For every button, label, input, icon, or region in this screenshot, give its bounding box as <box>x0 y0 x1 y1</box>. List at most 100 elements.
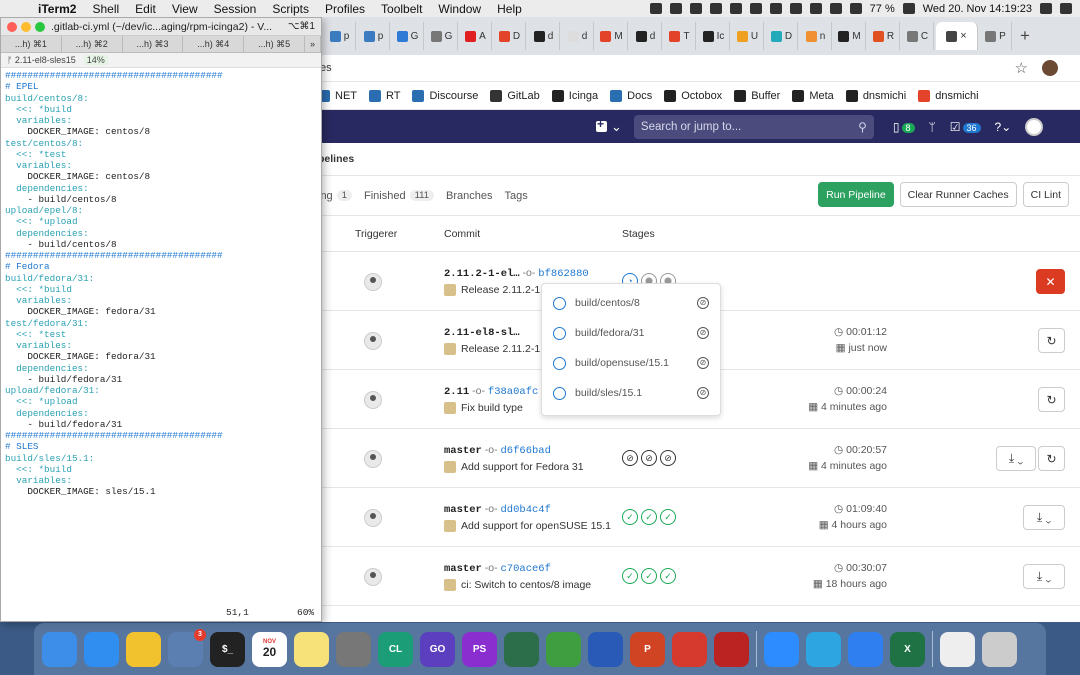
bookmark-item[interactable]: Icinga <box>551 89 598 102</box>
download-artifacts-button[interactable]: ⤓ ⌄ <box>1023 505 1065 530</box>
minimize-window-button[interactable] <box>21 21 31 32</box>
retry-pipeline-button[interactable]: ↻ <box>1038 446 1065 471</box>
ci-lint-button[interactable]: CI Lint <box>1022 182 1069 207</box>
commit-title[interactable]: Release 2.11.2-1 <box>461 343 540 355</box>
terminal-tab-1[interactable]: ...h) ⌘1 <box>1 36 62 52</box>
commit-ref[interactable]: master -o- d6f66bad <box>444 444 551 457</box>
menu-window[interactable]: Window <box>430 2 489 16</box>
menu-app-name[interactable]: iTerm2 <box>30 2 84 16</box>
browser-tab[interactable]: M <box>834 22 866 50</box>
todos-nav-button[interactable]: ☑ 36 <box>950 120 981 134</box>
stage-passed-icon[interactable]: ✓ <box>641 568 657 584</box>
dock-adium-icon[interactable] <box>546 631 581 667</box>
help-icon[interactable]: ?⌄ <box>995 120 1012 134</box>
spotlight-icon[interactable] <box>1040 3 1052 14</box>
dock-trash-icon[interactable] <box>982 631 1017 667</box>
dock-excel-icon[interactable]: X <box>890 631 925 667</box>
stage-job-item[interactable]: build/opensuse/15.1 ⊘ <box>542 348 720 378</box>
stage-job-item[interactable]: build/centos/8 ⊘ <box>542 288 720 318</box>
dock-migration-icon[interactable] <box>588 631 623 667</box>
retry-pipeline-button[interactable]: ↻ <box>1038 387 1065 412</box>
stage-passed-icon[interactable]: ✓ <box>660 568 676 584</box>
dock-powerpoint-icon[interactable]: P <box>630 631 665 667</box>
dock-system-prefs-icon[interactable] <box>336 631 371 667</box>
ref-name[interactable]: 2.11 <box>444 386 469 398</box>
tray-icon-5[interactable] <box>729 3 742 14</box>
tray-icon-6[interactable] <box>749 3 762 14</box>
triggerer-avatar[interactable] <box>364 391 382 409</box>
triggerer-avatar[interactable] <box>364 273 382 291</box>
menu-profiles[interactable]: Profiles <box>317 2 373 16</box>
ref-name[interactable]: 2.11-el8-sl… <box>444 327 520 339</box>
tab-finished[interactable]: Finished 111 <box>364 190 435 202</box>
browser-tab-active[interactable]: × <box>936 22 978 50</box>
author-avatar[interactable] <box>444 520 456 532</box>
issues-nav-button[interactable]: ▯ 8 <box>893 120 915 134</box>
browser-tab[interactable]: M <box>596 22 628 50</box>
dock-books-icon[interactable] <box>714 631 749 667</box>
commit-sha-link[interactable]: f38a0afc <box>488 386 538 398</box>
tray-icon-2[interactable] <box>669 3 682 14</box>
browser-tab[interactable]: R <box>868 22 900 50</box>
browser-tab[interactable]: d <box>562 22 594 50</box>
stage-canceled-icon[interactable]: ⊘ <box>660 450 676 466</box>
bookmark-item[interactable]: dnsmichi <box>918 89 979 102</box>
dock-clion-icon[interactable]: CL <box>378 631 413 667</box>
menu-toolbelt[interactable]: Toolbelt <box>373 2 430 16</box>
dock-finder-icon[interactable] <box>42 631 77 667</box>
tab-running[interactable]: ing 1 <box>318 190 352 202</box>
terminal-tab-3[interactable]: ...h) ⌘3 <box>123 36 184 52</box>
menu-shell[interactable]: Shell <box>84 2 127 16</box>
tray-icon-10[interactable] <box>829 3 842 14</box>
browser-tab[interactable]: D <box>766 22 798 50</box>
ref-name[interactable]: 2.11.2-1-el… <box>444 268 520 280</box>
dock-file-icon[interactable] <box>940 631 975 667</box>
close-tab-icon[interactable]: × <box>960 30 966 42</box>
commit-ref[interactable]: feature/fed… -o- d6f66bad <box>444 621 589 622</box>
dock-notes-icon[interactable] <box>294 631 329 667</box>
merge-requests-icon[interactable]: ᛘ <box>929 120 936 134</box>
retry-pipeline-button[interactable]: ↻ <box>1038 328 1065 353</box>
commit-ref[interactable]: master -o- c70ace6f <box>444 562 551 575</box>
triggerer-avatar[interactable] <box>364 450 382 468</box>
browser-tab[interactable]: d <box>630 22 662 50</box>
browser-tab[interactable]: P <box>980 22 1012 50</box>
commit-ref[interactable]: master -o- dd0b4c4f <box>444 503 551 516</box>
new-tab-icon[interactable]: + <box>1020 26 1030 46</box>
download-artifacts-button[interactable]: ⤓ ⌄ <box>1023 564 1065 589</box>
ref-name[interactable]: master <box>444 563 482 575</box>
browser-tab[interactable]: Ic <box>698 22 730 50</box>
dock-bookmark-app-icon[interactable] <box>672 631 707 667</box>
commit-ref[interactable]: 2.11.2-1-el… -o- bf862880 <box>444 267 589 280</box>
menu-clock[interactable]: Wed 20. Nov 14:19:23 <box>923 3 1032 15</box>
dock-safari-icon[interactable] <box>84 631 119 667</box>
stage-canceled-icon[interactable]: ⊘ <box>622 450 638 466</box>
zoom-window-button[interactable] <box>35 21 45 32</box>
stage-passed-icon[interactable]: ✓ <box>622 509 638 525</box>
cancel-pipeline-button[interactable]: ✕ <box>1036 269 1065 294</box>
menu-view[interactable]: View <box>164 2 206 16</box>
commit-sha-link[interactable]: dd0b4c4f <box>500 504 550 516</box>
editor-content[interactable]: ####################################### #… <box>1 68 321 500</box>
commit-title[interactable]: Add support for Fedora 31 <box>461 461 584 473</box>
control-icon[interactable] <box>1060 3 1072 14</box>
dock-atom-icon[interactable] <box>504 631 539 667</box>
bookmark-item[interactable]: NET <box>318 89 357 102</box>
commit-title[interactable]: ci: Switch to centos/8 image <box>461 579 591 591</box>
ref-name[interactable]: master <box>444 445 482 457</box>
stage-job-item[interactable]: build/sles/15.1 ⊘ <box>542 378 720 408</box>
browser-tab[interactable]: G <box>426 22 458 50</box>
terminal-tab-5[interactable]: ...h) ⌘5 <box>244 36 305 52</box>
more-tabs-icon[interactable]: » <box>305 36 321 52</box>
tray-icon-8[interactable] <box>789 3 802 14</box>
stage-job-item[interactable]: build/fedora/31 ⊘ <box>542 318 720 348</box>
commit-sha-link[interactable]: bf862880 <box>538 268 588 280</box>
bookmark-item[interactable]: Meta <box>792 89 834 102</box>
new-dropdown-button[interactable]: ⌄ <box>596 117 622 135</box>
browser-tab[interactable]: T <box>664 22 696 50</box>
stage-canceled-icon[interactable]: ⊘ <box>641 450 657 466</box>
stage-passed-icon[interactable]: ✓ <box>660 509 676 525</box>
battery-icon[interactable] <box>902 3 915 14</box>
tray-icon-4[interactable] <box>709 3 722 14</box>
browser-tab[interactable]: C <box>902 22 934 50</box>
